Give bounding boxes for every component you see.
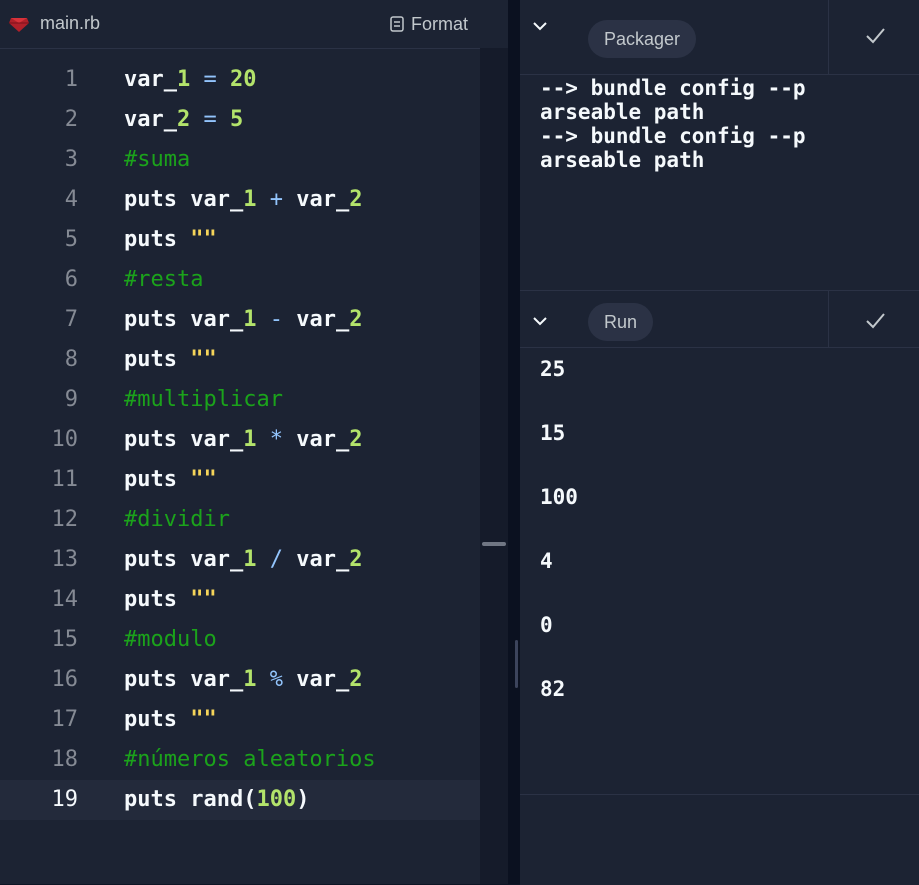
line-code[interactable]: #resta [124,260,203,300]
chevron-down-icon[interactable] [530,311,550,331]
run-output-line: 0 [540,613,553,637]
line-number: 19 [51,787,79,812]
line-code[interactable]: puts var_1 / var_2 [124,540,362,580]
line-number: 11 [51,467,79,492]
code-line[interactable]: 3 #suma [0,140,480,180]
line-code[interactable]: puts rand(100) [124,780,309,820]
format-label: Format [411,13,469,34]
run-output: 25 15 100 4 0 82 [540,357,578,741]
line-number: 5 [64,227,78,252]
line-code[interactable]: puts "" [124,580,217,620]
line-number: 7 [64,307,78,332]
line-number: 10 [51,427,79,452]
line-code[interactable]: #multiplicar [124,380,283,420]
run-output-line: 82 [540,677,566,701]
run-pane: Run 25 15 100 4 0 82 [520,290,919,885]
code-line[interactable]: 6 #resta [0,260,480,300]
code-line[interactable]: 8 puts "" [0,340,480,380]
line-number: 1 [64,67,78,92]
line-code[interactable]: #dividir [124,500,230,540]
line-number: 17 [51,707,79,732]
code-line[interactable]: 14 puts "" [0,580,480,620]
code-line[interactable]: 2 var_2 = 5 [0,100,480,140]
editor-tab-bar: main.rb Format [0,0,508,49]
line-number: 16 [51,667,79,692]
code-line[interactable]: 13 puts var_1 / var_2 [0,540,480,580]
code-line[interactable]: 11 puts "" [0,460,480,500]
code-line[interactable]: 4 puts var_1 + var_2 [0,180,480,220]
pane-resize-handle[interactable] [515,640,518,688]
line-code[interactable]: puts "" [124,220,217,260]
line-number: 18 [51,747,79,772]
line-number: 6 [64,267,78,292]
line-number: 12 [51,507,79,532]
code-line[interactable]: 5 puts "" [0,220,480,260]
line-number: 9 [64,387,78,412]
line-number: 8 [64,347,78,372]
line-code[interactable]: var_1 = 20 [124,60,256,100]
line-number: 13 [51,547,79,572]
editor-scrollbar[interactable] [480,48,508,884]
line-code[interactable]: puts var_1 % var_2 [124,660,362,700]
code-line[interactable]: 15 #modulo [0,620,480,660]
code-line[interactable]: 1 var_1 = 20 [0,60,480,100]
chevron-down-icon[interactable] [530,16,550,36]
check-icon [866,313,885,329]
line-number: 2 [64,107,78,132]
header-divider [828,0,829,74]
line-number: 14 [51,587,79,612]
file-name[interactable]: main.rb [40,13,100,34]
code-line[interactable]: 10 puts var_1 * var_2 [0,420,480,460]
code-line[interactable]: 16 puts var_1 % var_2 [0,660,480,700]
code-line[interactable]: 18 #números aleatorios [0,740,480,780]
line-code[interactable]: var_2 = 5 [124,100,243,140]
line-number: 15 [51,627,79,652]
line-code[interactable]: puts var_1 + var_2 [124,180,362,220]
run-output-line: 15 [540,421,566,445]
code-line[interactable]: 7 puts var_1 - var_2 [0,300,480,340]
check-icon [866,28,885,44]
code-editor[interactable]: main.rb Format 1 var_1 = 20 2 var_2 = 5 3 #su… [0,0,508,884]
line-code[interactable]: #números aleatorios [124,740,376,780]
line-code[interactable]: puts "" [124,700,217,740]
packager-tab[interactable]: Packager [588,20,697,58]
line-number: 4 [64,187,78,212]
line-code[interactable]: puts var_1 - var_2 [124,300,362,340]
run-header: Run [520,291,919,348]
code-line[interactable]: 17 puts "" [0,700,480,740]
editor-scroll-thumb[interactable] [482,542,506,546]
packager-pane: Packager --> bundle config --p arseable … [520,0,919,290]
line-number: 3 [64,147,78,172]
format-icon [390,16,404,32]
line-code[interactable]: #suma [124,140,190,180]
code-line[interactable]: 9 #multiplicar [0,380,480,420]
ruby-file-icon [9,18,29,32]
run-output-line: 4 [540,549,553,573]
packager-header: Packager [520,0,919,75]
line-code[interactable]: #modulo [124,620,217,660]
line-code[interactable]: puts "" [124,340,217,380]
line-code[interactable]: puts "" [124,460,217,500]
run-output-line: 25 [540,357,566,381]
run-tab[interactable]: Run [588,303,654,341]
code-line[interactable]: 19 puts rand(100) [0,780,480,820]
code-area[interactable]: 1 var_1 = 20 2 var_2 = 5 3 #suma 4 puts var_1 +… [0,60,480,884]
run-output-divider [520,794,919,795]
run-output-line: 100 [540,485,578,509]
packager-output: --> bundle config --p arseable path --> … [540,76,806,172]
line-code[interactable]: puts var_1 * var_2 [124,420,362,460]
pane-divider[interactable] [508,0,520,884]
code-line[interactable]: 12 #dividir [0,500,480,540]
format-button[interactable]: Format [390,10,468,38]
header-divider [828,291,829,347]
